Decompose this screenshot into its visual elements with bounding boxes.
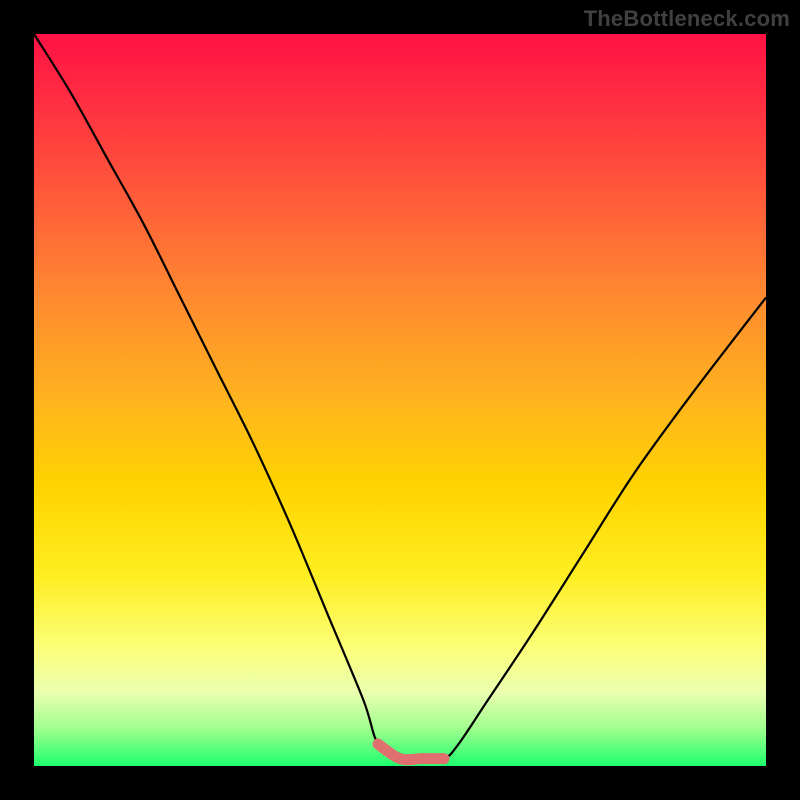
bottleneck-curve bbox=[34, 34, 766, 760]
plot-area bbox=[34, 34, 766, 766]
watermark-text: TheBottleneck.com bbox=[584, 6, 790, 32]
flat-region-marker bbox=[378, 744, 444, 760]
chart-frame: TheBottleneck.com bbox=[0, 0, 800, 800]
curve-svg bbox=[34, 34, 766, 766]
